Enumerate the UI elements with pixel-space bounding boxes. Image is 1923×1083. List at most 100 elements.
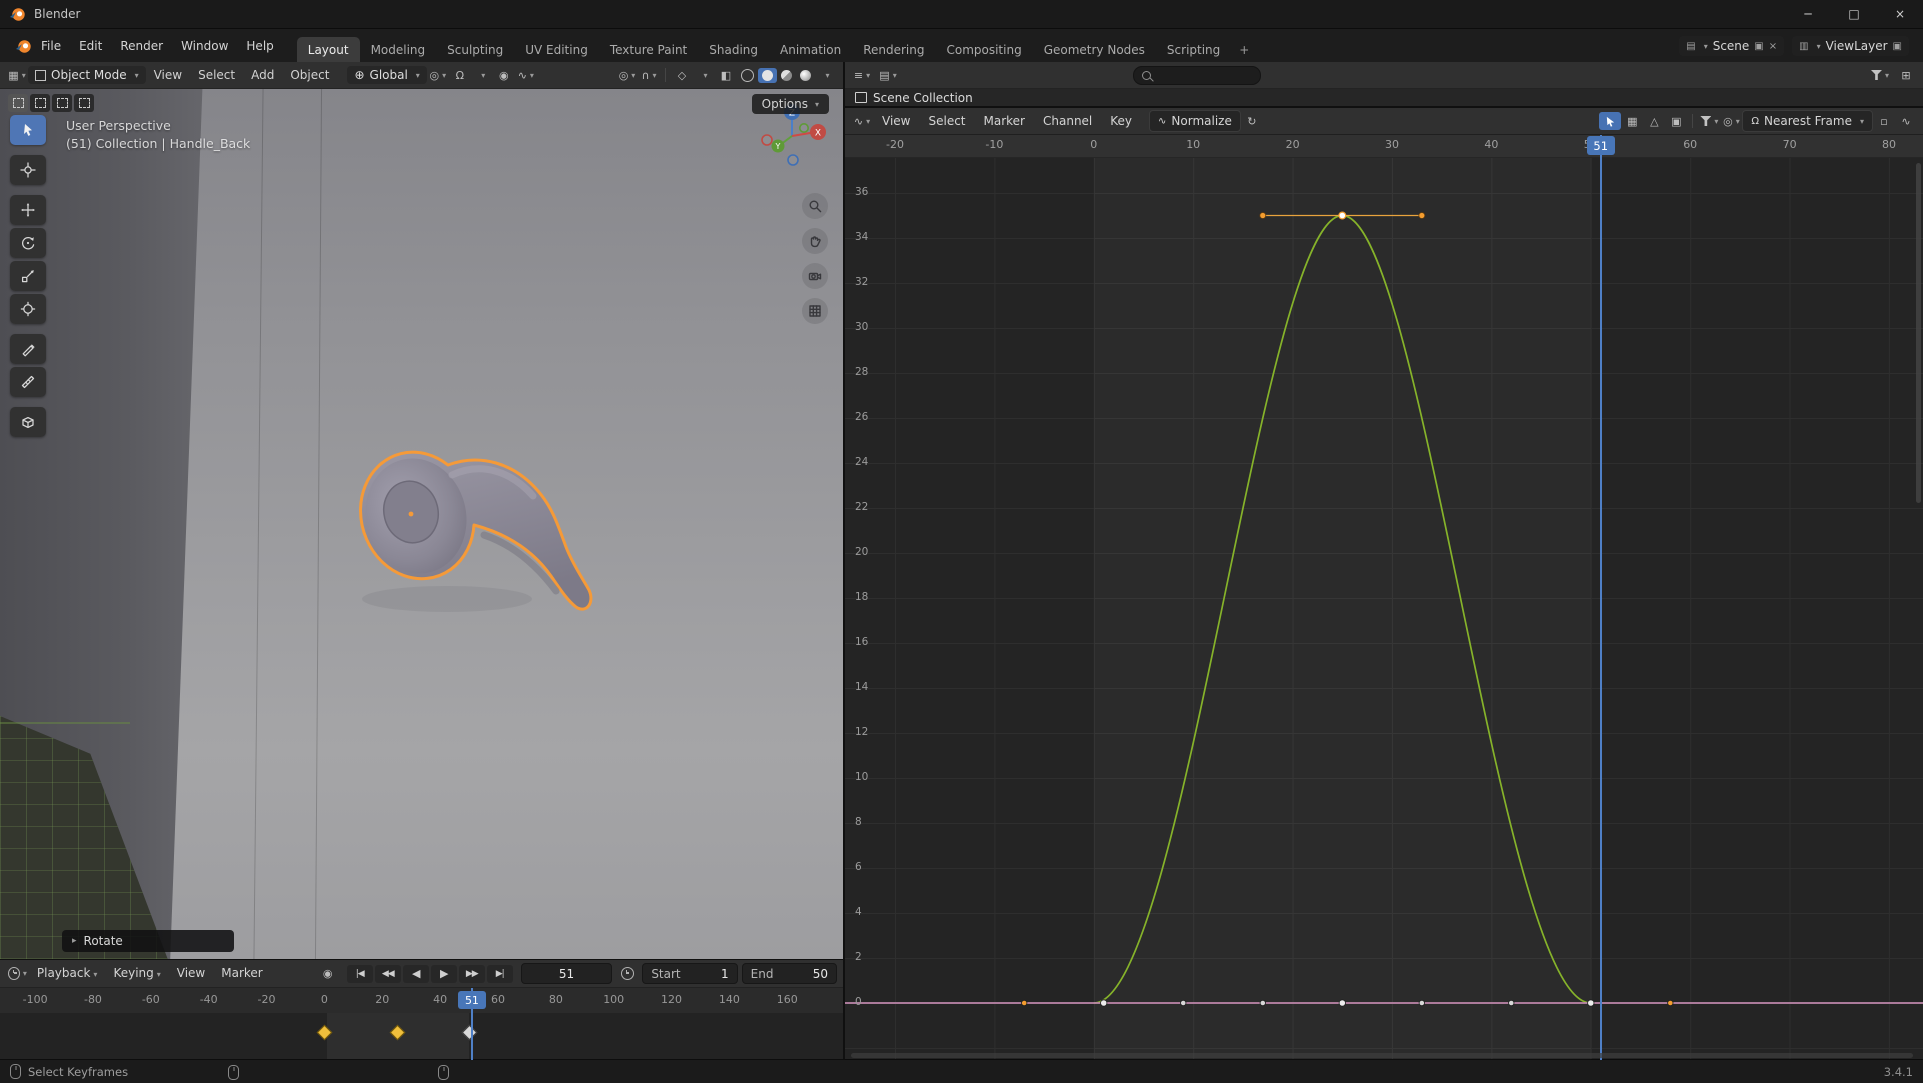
shading-solid[interactable] <box>758 68 777 83</box>
tab-texture-paint[interactable]: Texture Paint <box>599 37 698 63</box>
gizmo-y-neg-axis[interactable] <box>800 124 808 132</box>
maximize-button[interactable]: □ <box>1831 0 1877 28</box>
pan-hand-button[interactable] <box>802 228 828 254</box>
snap-target-dropdown[interactable]: ▾ <box>471 66 493 84</box>
bezier-handle-point[interactable] <box>1419 213 1425 219</box>
jump-to-end-button[interactable]: ▶| <box>487 965 513 983</box>
ghost-curves-icon[interactable]: ▣ <box>1665 112 1687 130</box>
add-workspace-button[interactable]: + <box>1231 37 1257 63</box>
auto-normalize-refresh-icon[interactable]: ↻ <box>1241 112 1263 130</box>
minimize-button[interactable]: ─ <box>1785 0 1831 28</box>
viewport-menu-object[interactable]: Object <box>282 62 337 88</box>
jump-to-start-button[interactable]: |◀ <box>347 965 373 983</box>
timeline-menu-marker[interactable]: Marker <box>213 960 270 987</box>
keyframe-point[interactable] <box>1101 1000 1107 1006</box>
handle-point[interactable] <box>1022 1000 1027 1005</box>
close-button[interactable]: × <box>1877 0 1923 28</box>
scene-selector[interactable]: ▤ ▾ Scene ▣ × <box>1679 36 1784 56</box>
outliner-search-input[interactable] <box>1133 66 1261 85</box>
menu-help[interactable]: Help <box>237 29 282 63</box>
editor-type-timeline-icon[interactable]: ▾ <box>6 965 29 983</box>
graph-ruler[interactable]: -20-1001020304050607080 <box>845 135 1923 158</box>
fcurve-bell[interactable] <box>1094 216 1591 1004</box>
timeline-menu-view[interactable]: View <box>169 960 213 987</box>
door-handle-object[interactable] <box>352 441 614 623</box>
shading-rendered[interactable] <box>796 68 815 83</box>
proportional-falloff-dropdown[interactable]: ∿▾ <box>515 66 537 84</box>
timeline-playhead-badge[interactable]: 51 <box>458 991 486 1009</box>
camera-view-button[interactable] <box>802 263 828 289</box>
blender-menu-icon[interactable] <box>15 38 32 55</box>
play-button[interactable]: ▶ <box>431 965 457 983</box>
gizmo-dropdown[interactable]: ▾ <box>693 66 715 84</box>
handle-point[interactable] <box>1419 1000 1424 1005</box>
pivot-point-dropdown[interactable]: ◎▾ <box>427 66 449 84</box>
handle-point[interactable] <box>1260 1000 1265 1005</box>
menu-file[interactable]: File <box>32 29 70 63</box>
xray-toggle-icon[interactable]: ◧ <box>715 66 737 84</box>
tab-modeling[interactable]: Modeling <box>360 37 437 63</box>
orientation-dropdown[interactable]: ⊕ Global ▾ <box>347 66 426 84</box>
tool-annotate[interactable] <box>10 334 46 364</box>
handle-point[interactable] <box>1509 1000 1514 1005</box>
timeline-menu-playback[interactable]: Playback▾ <box>29 960 106 988</box>
bezier-handle-point[interactable] <box>1260 213 1266 219</box>
editor-type-graph-icon[interactable]: ∿▾ <box>851 112 873 130</box>
graph-menu-marker[interactable]: Marker <box>975 104 1034 138</box>
new-collection-button[interactable]: ⊞ <box>1895 66 1917 84</box>
handle-point[interactable] <box>1668 1000 1673 1005</box>
menu-window[interactable]: Window <box>172 29 237 63</box>
keyframe-point[interactable] <box>1588 1000 1594 1006</box>
shading-dropdown[interactable]: ▾ <box>815 66 837 84</box>
fcurve-modifier-icon[interactable]: ∿ <box>1895 112 1917 130</box>
horizontal-scrollbar[interactable] <box>851 1053 1913 1058</box>
new-scene-icon[interactable]: ▣ <box>1754 41 1763 52</box>
graph-canvas[interactable]: -20-1001020304050607080 3634323028262422… <box>845 135 1923 1060</box>
shading-material[interactable] <box>777 68 796 83</box>
play-reverse-button[interactable]: ◀ <box>403 965 429 983</box>
menu-render[interactable]: Render <box>111 29 172 63</box>
normalize-toggle[interactable]: ∿ Normalize <box>1149 110 1241 132</box>
viewport-menu-select[interactable]: Select <box>190 62 243 88</box>
select-mode-intersect[interactable] <box>74 94 94 112</box>
tool-measure[interactable] <box>10 367 46 397</box>
pivot-dropdown[interactable]: ▫ <box>1873 112 1895 130</box>
select-mode-new[interactable] <box>8 94 28 112</box>
tab-shading[interactable]: Shading <box>698 37 769 63</box>
tool-move[interactable] <box>10 195 46 225</box>
selected-keyframe-point[interactable] <box>1339 212 1346 219</box>
tool-transform[interactable] <box>10 294 46 324</box>
menu-edit[interactable]: Edit <box>70 29 111 63</box>
keyframe-point[interactable] <box>1339 1000 1345 1006</box>
outliner-filter-icon[interactable]: ▾ <box>1869 66 1891 84</box>
options-button[interactable]: Options ▾ <box>752 94 829 114</box>
graph-filter-icon[interactable]: ▾ <box>1698 112 1720 130</box>
graph-menu-key[interactable]: Key <box>1101 104 1141 138</box>
graph-menu-select[interactable]: Select <box>919 104 974 138</box>
current-frame-field[interactable]: 51 <box>521 963 613 984</box>
tool-add-cube[interactable] <box>10 407 46 437</box>
tab-compositing[interactable]: Compositing <box>935 37 1032 63</box>
graph-playhead[interactable] <box>1600 135 1602 1060</box>
tab-animation[interactable]: Animation <box>769 37 852 63</box>
viewport-menu-add[interactable]: Add <box>243 62 282 88</box>
auto-keying-toggle[interactable]: ◉ <box>317 965 339 983</box>
operator-panel-rotate[interactable]: ▸ Rotate <box>62 930 234 952</box>
viewlayer-selector[interactable]: ▥ ▾ ViewLayer ▣ <box>1792 36 1909 56</box>
tool-tweak-select[interactable] <box>10 115 46 145</box>
next-keyframe-button[interactable]: ▶▶ <box>459 965 485 983</box>
select-mode-subtract[interactable] <box>52 94 72 112</box>
editor-type-3dview-icon[interactable]: ▦▾ <box>6 66 28 84</box>
snap-magnet-icon[interactable]: Ω <box>449 66 471 84</box>
new-viewlayer-icon[interactable]: ▣ <box>1893 41 1902 52</box>
tab-uv-editing[interactable]: UV Editing <box>514 37 599 63</box>
proportional-edit-dropdown[interactable]: ◎▾ <box>1720 112 1742 130</box>
tool-cursor[interactable] <box>10 155 46 185</box>
snap-mode-dropdown[interactable]: Ω Nearest Frame ▾ <box>1742 110 1873 132</box>
fcurve-plot[interactable] <box>845 135 1923 1060</box>
frame-end-field[interactable]: End 50 <box>742 963 837 984</box>
playback-sync-icon[interactable] <box>616 965 638 983</box>
gizmo-z-neg-axis[interactable] <box>788 155 798 165</box>
tool-scale[interactable] <box>10 261 46 291</box>
mode-dropdown[interactable]: Object Mode ▾ <box>28 66 146 84</box>
